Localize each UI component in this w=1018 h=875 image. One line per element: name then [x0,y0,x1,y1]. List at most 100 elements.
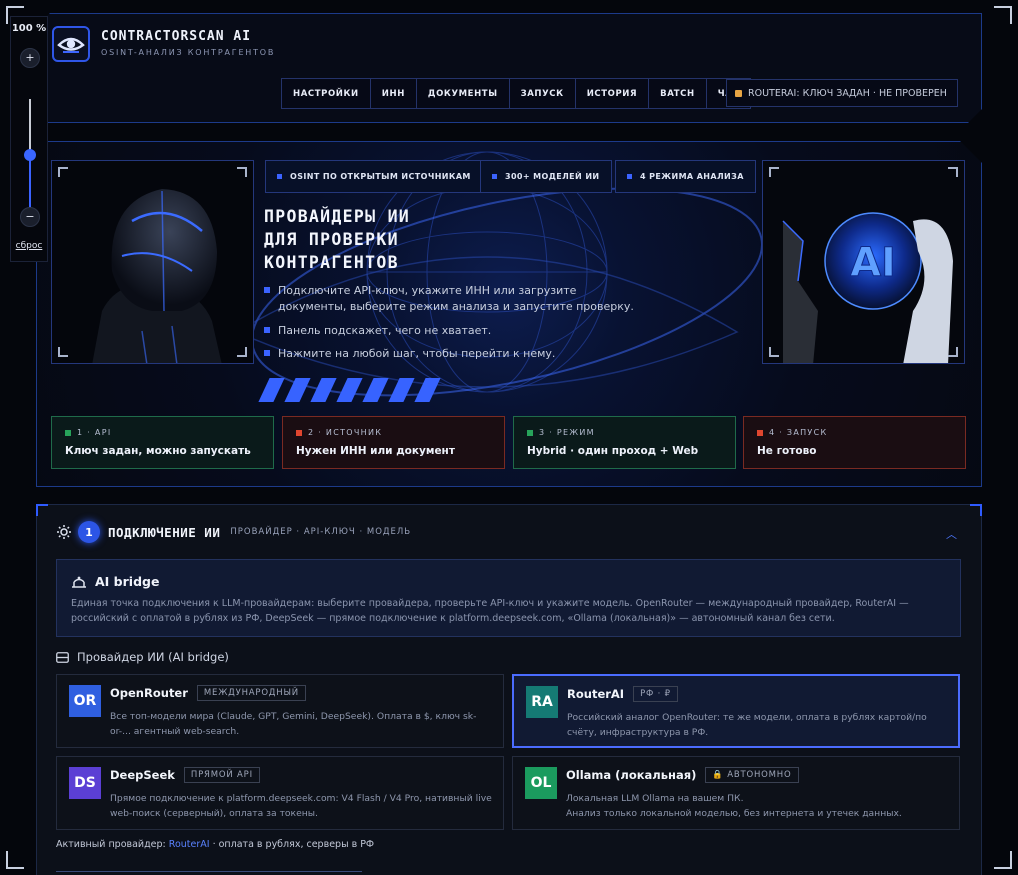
provider-description-line: Анализ только локальной моделью, без инт… [566,808,902,819]
ai-bridge-info: AI bridge Единая точка подключения к LLM… [56,559,961,637]
ai-sphere-image: AI [762,160,965,364]
frame-corner-br [994,851,1012,869]
nav-inn[interactable]: ИНН [371,79,417,108]
provider-description: Прямое подключение к platform.deepseek.c… [110,793,492,819]
nav-documents[interactable]: ДОКУМЕНТЫ [417,79,510,108]
stripe-decoration [258,378,446,402]
provider-card-deepseek[interactable]: DS DeepSeek ПРЯМОЙ API Прямое подключение… [56,756,504,830]
provider-tag-text: АВТОНОМНО [727,770,792,780]
step-mode[interactable]: 3 · РЕЖИМ Hybrid · один проход + Web [513,416,736,469]
logo [52,26,90,62]
badge-osint-label: OSINT ПО ОТКРЫТЫМ ИСТОЧНИКАМ [290,172,471,181]
section-title: ПОДКЛЮЧЕНИЕ ИИ [108,524,221,540]
app-title: CONTRACTORSCAN AI [101,29,252,44]
hero-title-line: ПРОВАЙДЕРЫ ИИ [264,207,411,226]
hero-bullet: Панель подскажет, чего не хватает. [264,323,491,339]
section-subtitle: ПРОВАЙДЕР · API-КЛЮЧ · МОДЕЛЬ [230,527,412,537]
provider-name: DeepSeek [110,768,175,782]
nav-history[interactable]: ИСТОРИЯ [576,79,650,108]
hero-bullet: Подключите API-ключ, укажите ИНН или заг… [264,283,644,315]
provider-avatar: RA [526,686,558,718]
frame-corner [58,347,68,357]
step-text: Hybrid · один проход + Web [527,445,699,457]
hero-title-line: КОНТРАГЕНТОВ [264,253,399,272]
app-subtitle: OSINT-АНАЛИЗ КОНТРАГЕНТОВ [101,48,276,57]
zoom-slider-handle[interactable] [24,149,36,161]
section-corner [970,504,982,516]
eye-icon [57,37,85,53]
providers-heading: Провайдер ИИ (AI bridge) [56,650,229,664]
frame-corner-tr [994,6,1012,24]
bridge-icon [72,576,86,588]
zoom-reset-link[interactable]: сброс [11,241,47,251]
provider-tag: ПРЯМОЙ API [183,767,260,783]
provider-avatar: OR [69,685,101,717]
step-status-square [65,429,71,436]
zoom-out-button[interactable]: − [20,207,40,227]
badge-modes-label: 4 РЕЖИМА АНАЛИЗА [640,172,744,181]
provider-card-routerai[interactable]: RA RouterAI РФ · ₽ Российский аналог Open… [512,674,960,748]
frame-corner [769,347,779,357]
frame-corner [58,167,68,177]
router-status-text: ROUTERAI: КЛЮЧ ЗАДАН · НЕ ПРОВЕРЕН [748,87,947,99]
badge-models: 300+ МОДЕЛЕЙ ИИ [480,160,612,193]
chevron-up-icon[interactable]: ︿ [946,526,957,542]
provider-tag: РФ · ₽ [633,686,678,702]
badge-models-label: 300+ МОДЕЛЕЙ ИИ [505,172,600,181]
hero-bullet: Нажмите на любой шаг, чтобы перейти к не… [264,346,555,362]
step-text: Не готово [757,445,817,457]
provider-name: RouterAI [567,687,625,701]
step-label: 3 · РЕЖИМ [539,428,595,437]
step-api[interactable]: 1 · API Ключ задан, можно запускать [51,416,274,469]
step-status-square [527,429,533,436]
step-label: 4 · ЗАПУСК [769,428,828,437]
provider-description-line: Локальная LLM Ollama на вашем ПК. [566,793,744,804]
step-launch[interactable]: 4 · ЗАПУСК Не готово [743,416,966,469]
provider-card-openrouter[interactable]: OR OpenRouter МЕЖДУНАРОДНЫЙ Все топ-модел… [56,674,504,748]
nav-launch[interactable]: ЗАПУСК [510,79,576,108]
provider-tag: 🔒 АВТОНОМНО [705,767,799,783]
bridge-title: AI bridge [95,574,160,589]
section-bottom-bar [56,871,362,875]
router-status-badge[interactable]: ROUTERAI: КЛЮЧ ЗАДАН · НЕ ПРОВЕРЕН [726,79,958,107]
ai-hands-illustration: AI [763,161,964,363]
provider-avatar: DS [69,767,101,799]
nav-batch[interactable]: BATCH [649,79,707,108]
bridge-description: Единая точка подключения к LLM-провайдер… [71,598,909,624]
active-provider-line: Активный провайдер: RouterAI · оплата в … [56,839,374,850]
badge-modes: 4 РЕЖИМА АНАЛИЗА [615,160,756,193]
step-status-square [296,429,302,436]
frame-corner [769,167,779,177]
frame-corner [237,167,247,177]
provider-tag: МЕЖДУНАРОДНЫЙ [196,685,306,701]
provider-description: Локальная LLM Ollama на вашем ПК. Анализ… [566,791,951,821]
frame-corner [237,347,247,357]
active-provider-name[interactable]: RouterAI [169,839,210,850]
server-icon [56,651,69,663]
provider-card-ollama[interactable]: OL Ollama (локальная) 🔒 АВТОНОМНО Локальн… [512,756,960,830]
lock-icon: 🔒 [712,770,724,780]
provider-description: Все топ-модели мира (Claude, GPT, Gemini… [110,711,477,737]
section-header[interactable]: 1 ПОДКЛЮЧЕНИЕ ИИ ПРОВАЙДЕР · API-КЛЮЧ · … [56,520,411,544]
step-status-square [757,429,763,436]
zoom-in-button[interactable]: + [20,48,40,68]
step-source[interactable]: 2 · ИСТОЧНИК Нужен ИНН или документ [282,416,505,469]
gear-icon [57,525,71,539]
frame-corner [948,167,958,177]
provider-name: Ollama (локальная) [566,768,697,782]
provider-name: OpenRouter [110,686,188,700]
provider-description: Российский аналог OpenRouter: те же моде… [567,712,927,738]
section-number-badge: 1 [78,521,100,543]
nav-settings[interactable]: НАСТРОЙКИ [282,79,371,108]
step-text: Ключ задан, можно запускать [65,445,251,457]
humanoid-illustration [52,161,253,363]
step-text: Нужен ИНН или документ [296,445,455,457]
step-label: 1 · API [77,428,112,437]
frame-corner-bl [6,851,24,869]
active-provider-prefix: Активный провайдер: [56,839,169,850]
ai-logo-text: AI [850,240,896,286]
badge-osint: OSINT ПО ОТКРЫТЫМ ИСТОЧНИКАМ [265,160,483,193]
hero-title-line: ДЛЯ ПРОВЕРКИ [264,230,399,249]
hero-title: ПРОВАЙДЕРЫ ИИ ДЛЯ ПРОВЕРКИ КОНТРАГЕНТОВ [264,205,410,274]
zoom-level: 100 % [11,23,47,34]
